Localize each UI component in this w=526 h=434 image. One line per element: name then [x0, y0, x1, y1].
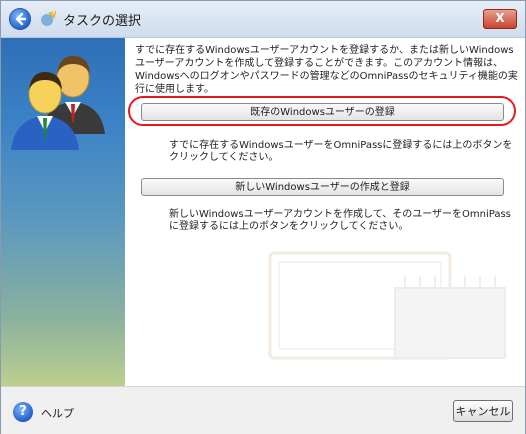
help-icon[interactable]: ? — [13, 402, 33, 422]
close-button[interactable]: X — [483, 9, 517, 29]
help-link[interactable]: ヘルプ — [41, 405, 74, 421]
footer-bar: ? ヘルプ キャンセル — [1, 386, 525, 434]
register-existing-user-button[interactable]: 既存のWindowsユーザーの登録 — [141, 103, 504, 121]
sidebar-panel — [1, 38, 125, 386]
cancel-button[interactable]: キャンセル — [453, 400, 513, 422]
existing-user-note: すでに存在するWindowsユーザーをOmniPassに登録するには上のボタンを… — [169, 140, 513, 163]
wizard-icon — [41, 10, 57, 26]
chip-watermark-icon — [394, 276, 506, 359]
close-icon: X — [495, 11, 505, 25]
window-title: タスクの選択 — [63, 14, 142, 29]
back-button[interactable] — [9, 8, 31, 30]
title-bar: タスクの選択 X — [1, 1, 525, 38]
description-text: すでに存在するWindowsユーザーアカウントを登録するか、または新しいWind… — [135, 45, 518, 95]
back-arrow-icon — [15, 12, 27, 26]
wizard-window: タスクの選択 X すでに存在するWindowsユーザーアカウントを登録するか、ま… — [0, 0, 526, 434]
new-user-note: 新しいWindowsユーザーアカウントを作成して、そのユーザーをOmniPass… — [169, 209, 511, 232]
create-new-user-button[interactable]: 新しいWindowsユーザーの作成と登録 — [141, 178, 504, 196]
users-icon — [11, 56, 105, 150]
content-panel: すでに存在するWindowsユーザーアカウントを登録するか、または新しいWind… — [125, 38, 525, 386]
